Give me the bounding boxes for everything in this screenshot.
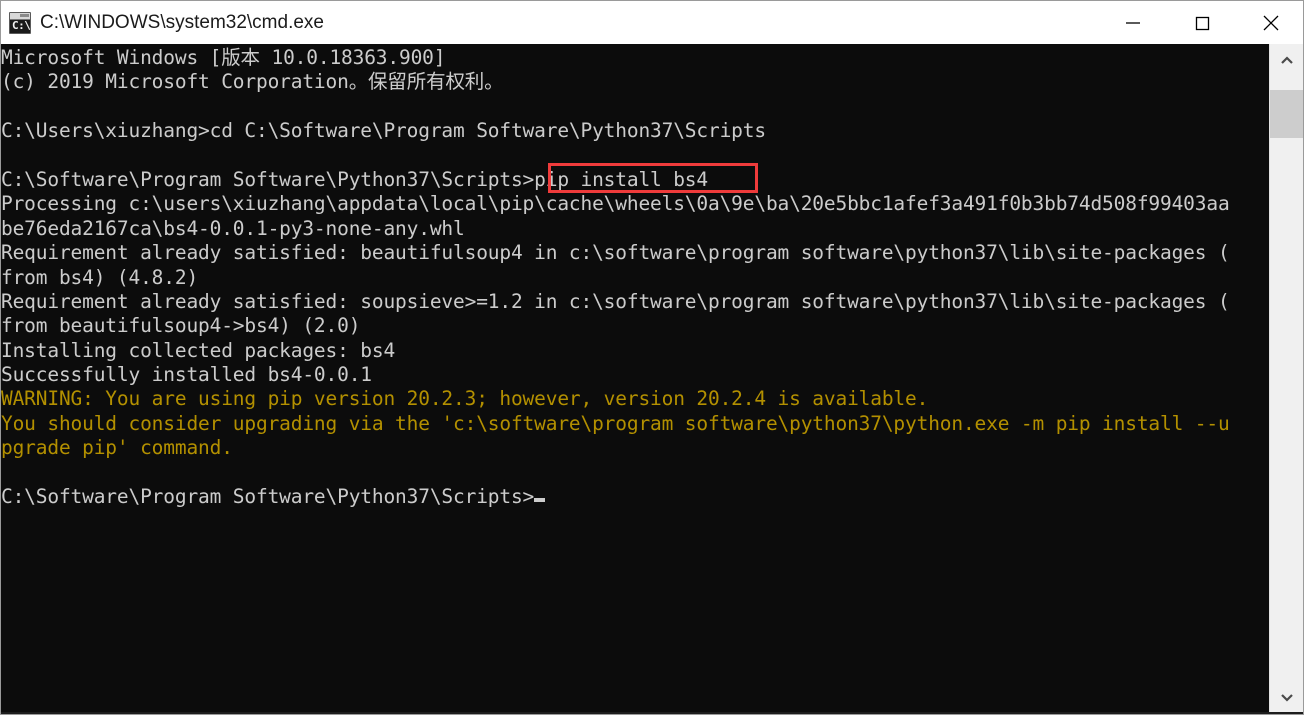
- window-bottom-edge: [1, 712, 1303, 714]
- title-bar[interactable]: C:\ C:\WINDOWS\system32\cmd.exe: [1, 1, 1303, 44]
- close-icon: [1263, 15, 1278, 30]
- scroll-up-button[interactable]: [1270, 44, 1303, 78]
- console-line: You should consider upgrading via the 'c…: [1, 411, 1230, 435]
- console-line: from bs4) (4.8.2): [1, 265, 199, 289]
- maximize-icon: [1195, 16, 1209, 30]
- chevron-down-icon: [1280, 694, 1293, 702]
- console-line: pgrade pip' command.: [1, 436, 233, 460]
- console-line: C:\Users\xiuzhang>cd C:\Software\Program…: [1, 119, 766, 143]
- console-line: be76eda2167ca\bs4-0.0.1-py3-none-any.whl: [1, 216, 465, 240]
- console-line: Processing c:\users\xiuzhang\appdata\loc…: [1, 192, 1230, 216]
- vertical-scrollbar[interactable]: [1269, 44, 1303, 714]
- chevron-up-icon: [1280, 56, 1293, 64]
- console-line: Microsoft Windows [版本 10.0.18363.900]: [1, 46, 446, 69]
- icon-prompt-glyph: C:\: [12, 18, 31, 32]
- cmd-console-icon: C:\: [9, 11, 31, 34]
- console-line: Requirement already satisfied: soupsieve…: [1, 289, 1230, 313]
- scroll-down-button[interactable]: [1270, 680, 1303, 714]
- console-line: from beautifulsoup4->bs4) (2.0): [1, 314, 361, 338]
- console-line: (c) 2019 Microsoft Corporation。保留所有权利。: [1, 70, 504, 94]
- maximize-button[interactable]: [1167, 1, 1236, 44]
- terminal-cursor: [534, 498, 546, 503]
- console-line: Successfully installed bs4-0.0.1: [1, 363, 372, 387]
- console-output-area[interactable]: Microsoft Windows [版本 10.0.18363.900] (c)…: [1, 44, 1303, 714]
- minimize-button[interactable]: [1098, 1, 1167, 44]
- console-line: C:\Software\Program Software\Python37\Sc…: [1, 167, 708, 191]
- console-line: Requirement already satisfied: beautiful…: [1, 241, 1230, 265]
- console-line: C:\Software\Program Software\Python37\Sc…: [1, 485, 1269, 509]
- console-line: Installing collected packages: bs4: [1, 338, 396, 362]
- minimize-icon: [1125, 21, 1140, 24]
- window-title: C:\WINDOWS\system32\cmd.exe: [40, 12, 324, 33]
- console-line: WARNING: You are using pip version 20.2.…: [1, 387, 929, 411]
- cmd-window: C:\ C:\WINDOWS\system32\cmd.exe Microsof…: [0, 0, 1304, 715]
- console-text: Microsoft Windows [版本 10.0.18363.900] (c)…: [1, 46, 1269, 509]
- window-controls: [1098, 1, 1303, 44]
- scroll-thumb[interactable]: [1270, 90, 1303, 138]
- close-button[interactable]: [1236, 1, 1303, 44]
